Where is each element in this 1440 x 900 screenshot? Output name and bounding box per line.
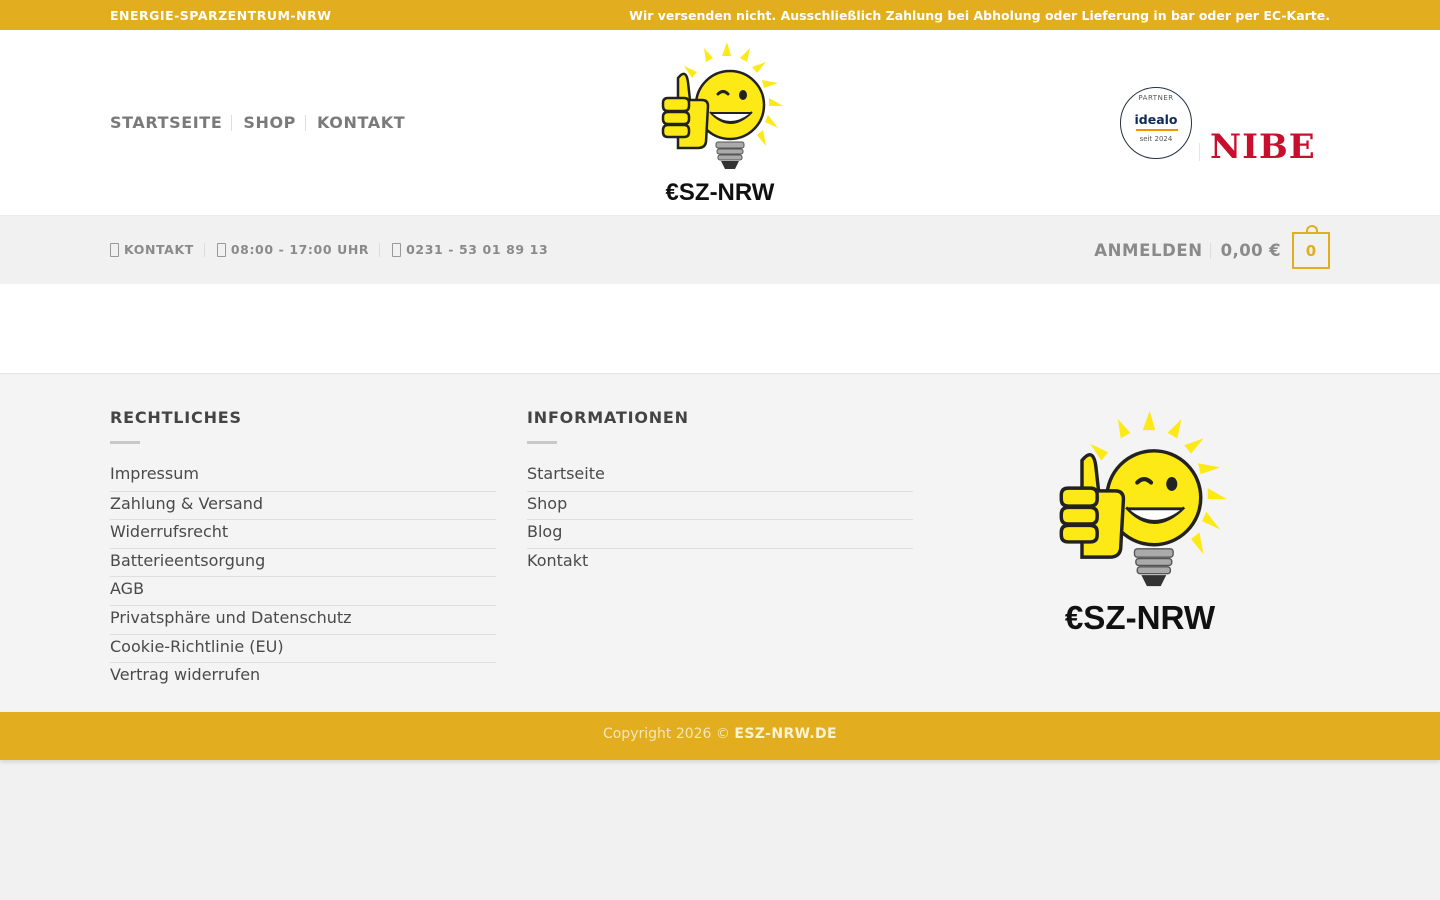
clock-icon: [216, 242, 226, 257]
secondary-divider: [203, 242, 205, 257]
footer-logo: €SZ-NRW: [1040, 408, 1240, 640]
nav-kontakt[interactable]: KONTAKT: [317, 113, 405, 132]
cart-total[interactable]: 0,00 €: [1221, 241, 1281, 260]
opening-hours: 08:00 - 17:00 UHR: [216, 242, 370, 257]
footer-link-startseite[interactable]: Startseite: [527, 462, 913, 491]
main-content: [0, 284, 1440, 374]
phone-label: 0231 - 53 01 89 13: [406, 242, 549, 257]
footer-link-vertrag-widerrufen[interactable]: Vertrag widerrufen: [110, 662, 496, 691]
main-nav: STARTSEITE SHOP KONTAKT: [110, 113, 405, 132]
footer-link-kontakt[interactable]: Kontakt: [527, 547, 913, 577]
heading-underline: [527, 441, 557, 444]
footer-link-datenschutz[interactable]: Privatsphäre und Datenschutz: [110, 604, 496, 634]
hours-label: 08:00 - 17:00 UHR: [230, 242, 370, 257]
info-links: Startseite Shop Blog Kontakt: [527, 462, 913, 576]
nav-startseite[interactable]: STARTSEITE: [110, 113, 222, 132]
nav-divider: [231, 114, 233, 131]
shipping-notice: Wir versenden nicht. Ausschließlich Zahl…: [629, 8, 1330, 23]
phone-icon: [392, 242, 402, 257]
footer-link-cookie-richtlinie[interactable]: Cookie-Richtlinie (EU): [110, 633, 496, 663]
secondary-bar: KONTAKT 08:00 - 17:00 UHR 0231 - 53 01 8…: [0, 215, 1440, 284]
footer-legal-column: RECHTLICHES Impressum Zahlung & Versand …: [110, 408, 496, 691]
account-area: ANMELDEN 0,00 € 0: [1094, 225, 1330, 269]
contact-link[interactable]: KONTAKT: [110, 242, 194, 257]
footer-info-column: INFORMATIONEN Startseite Shop Blog Konta…: [527, 408, 913, 576]
login-link[interactable]: ANMELDEN: [1094, 241, 1202, 260]
nibe-logo[interactable]: NIBE: [1210, 130, 1316, 164]
partner-since: seit 2024: [1139, 135, 1173, 143]
sun-bulb-logo: €SZ-NRW: [661, 42, 783, 206]
header: STARTSEITE SHOP KONTAKT €SZ-NRW PARTNER …: [0, 30, 1440, 215]
footer-link-zahlung-versand[interactable]: Zahlung & Versand: [110, 490, 496, 520]
idealo-partner-badge[interactable]: PARTNER idealo seit 2024: [1120, 87, 1192, 159]
info-heading: INFORMATIONEN: [527, 408, 689, 427]
badge-accent-line: [1136, 129, 1178, 131]
copyright-text: Copyright 2026 © ESZ-NRW.DE: [0, 726, 1440, 742]
secondary-divider: [379, 242, 381, 257]
nav-divider: [305, 114, 306, 131]
copyright-bar: Copyright 2026 © ESZ-NRW.DE: [0, 712, 1440, 760]
footer-link-impressum[interactable]: Impressum: [110, 462, 496, 491]
envelope-icon: [110, 242, 119, 257]
site-logo[interactable]: €SZ-NRW: [648, 40, 792, 208]
sun-bulb-logo: €SZ-NRW: [1059, 410, 1227, 637]
heading-underline: [110, 441, 140, 444]
footer: RECHTLICHES Impressum Zahlung & Versand …: [0, 375, 1440, 712]
footer-link-batterieentsorgung[interactable]: Batterieentsorgung: [110, 547, 496, 577]
top-bar: ENERGIE-SPARZENTRUM-NRW Wir versenden ni…: [0, 0, 1440, 30]
cart-bag-icon: [1306, 225, 1318, 234]
legal-heading: RECHTLICHES: [110, 408, 242, 427]
footer-link-shop[interactable]: Shop: [527, 490, 913, 520]
phone-link[interactable]: 0231 - 53 01 89 13: [392, 242, 548, 257]
copyright-prefix: Copyright 2026 ©: [602, 726, 730, 742]
contact-label: KONTAKT: [124, 242, 194, 257]
footer-link-blog[interactable]: Blog: [527, 519, 913, 548]
cart-button[interactable]: 0: [1292, 225, 1330, 269]
svg-text:€SZ-NRW: €SZ-NRW: [666, 179, 775, 206]
idealo-logo: idealo: [1134, 112, 1178, 127]
site-name: ENERGIE-SPARZENTRUM-NRW: [110, 8, 332, 23]
partner-label: PARTNER: [1138, 94, 1174, 102]
header-divider: [1199, 143, 1200, 161]
account-divider: [1209, 242, 1211, 259]
legal-links: Impressum Zahlung & Versand Widerrufsrec…: [110, 462, 496, 691]
contact-nav: KONTAKT 08:00 - 17:00 UHR 0231 - 53 01 8…: [110, 242, 548, 257]
footer-link-widerrufsrecht[interactable]: Widerrufsrecht: [110, 519, 496, 548]
copyright-site-link[interactable]: ESZ-NRW.DE: [734, 726, 837, 742]
svg-text:€SZ-NRW: €SZ-NRW: [1065, 600, 1216, 637]
footer-link-agb[interactable]: AGB: [110, 576, 496, 605]
nav-shop[interactable]: SHOP: [243, 113, 296, 132]
cart-count: 0: [1305, 241, 1317, 260]
